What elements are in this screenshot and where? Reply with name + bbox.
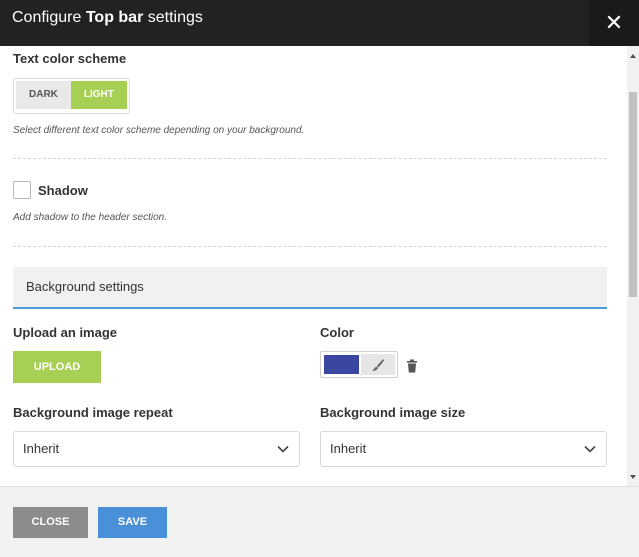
trash-icon[interactable] (405, 359, 419, 373)
scrollbar-thumb[interactable] (629, 92, 637, 297)
text-color-hint: Select different text color scheme depen… (13, 125, 305, 136)
repeat-label: Background image repeat (13, 405, 173, 420)
settings-content: Text color scheme DARK LIGHT Select diff… (0, 46, 627, 486)
shadow-label: Shadow (38, 183, 88, 198)
text-color-toggle: DARK LIGHT (13, 78, 130, 114)
close-button[interactable]: CLOSE (13, 507, 88, 538)
repeat-value: Inherit (23, 441, 60, 456)
section-title: Background settings (26, 279, 144, 294)
brush-icon[interactable] (361, 354, 395, 375)
shadow-hint: Add shadow to the header section. (13, 212, 167, 223)
repeat-select[interactable]: Inherit (13, 431, 300, 467)
chevron-down-icon (277, 445, 289, 453)
shadow-checkbox[interactable] (13, 181, 31, 199)
divider (13, 158, 607, 159)
modal-header: Configure Top bar settings ✕ (0, 0, 639, 46)
scroll-down-icon[interactable] (630, 475, 636, 479)
color-label: Color (320, 325, 354, 340)
size-value: Inherit (330, 441, 367, 456)
upload-button[interactable]: UPLOAD (13, 351, 101, 383)
close-icon[interactable]: ✕ (589, 0, 639, 46)
divider (13, 246, 607, 247)
color-picker (320, 351, 398, 378)
text-color-label: Text color scheme (13, 51, 127, 66)
title-bold: Top bar (85, 9, 144, 26)
size-select[interactable]: Inherit (320, 431, 607, 467)
upload-label: Upload an image (13, 325, 118, 340)
scrollbar[interactable] (627, 46, 639, 486)
size-label: Background image size (320, 405, 466, 420)
title-prefix: Configure (12, 9, 86, 26)
dark-option[interactable]: DARK (16, 81, 71, 109)
title-suffix: settings (143, 9, 203, 26)
save-button[interactable]: SAVE (98, 507, 167, 538)
chevron-down-icon (584, 445, 596, 453)
background-section-header: Background settings (13, 267, 607, 309)
scroll-up-icon[interactable] (630, 54, 636, 58)
light-option[interactable]: LIGHT (70, 81, 127, 109)
modal-footer: CLOSE SAVE (0, 486, 639, 557)
color-swatch[interactable] (324, 355, 359, 374)
modal-title: Configure Top bar settings (12, 8, 203, 28)
